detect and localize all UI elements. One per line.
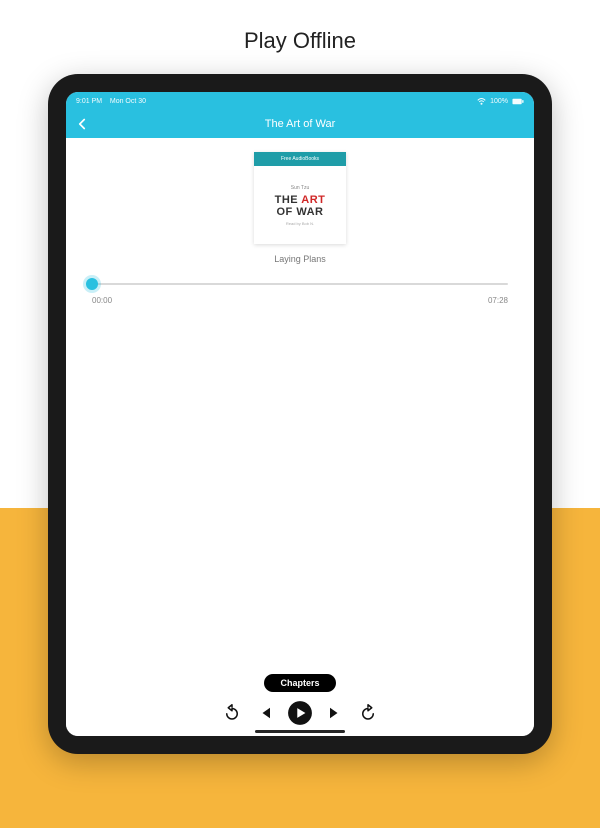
cover-body: Sun Tzu THE ART OF WAR Read by Bob N.	[254, 166, 346, 244]
cover-brand: Free AudioBooks	[254, 152, 346, 166]
cover-title-line2: OF WAR	[277, 206, 324, 218]
forward-15-button[interactable]	[359, 704, 377, 722]
header-title: The Art of War	[265, 118, 336, 130]
cover-title-art: ART	[301, 194, 325, 206]
cover-author: Sun Tzu	[291, 185, 310, 191]
player-controls: Chapters	[223, 674, 377, 726]
cover-title-line1: THE ART	[275, 194, 326, 206]
play-icon	[287, 700, 313, 726]
chevron-left-icon	[77, 118, 87, 130]
cover-title-the: THE	[275, 194, 299, 206]
status-time-text: 9:01 PM	[76, 98, 102, 105]
control-row	[223, 700, 377, 726]
skip-forward-icon	[327, 704, 345, 722]
status-bar: 9:01 PM Mon Oct 30 100%	[66, 92, 534, 110]
seek-line	[92, 283, 508, 285]
cover-art[interactable]: Free AudioBooks Sun Tzu THE ART OF WAR R…	[254, 152, 346, 244]
status-time: 9:01 PM Mon Oct 30	[76, 98, 146, 105]
chapters-button[interactable]: Chapters	[264, 674, 335, 692]
seek-thumb[interactable]	[86, 278, 98, 290]
time-row: 00:00 07:28	[92, 296, 508, 305]
wifi-icon	[477, 98, 486, 105]
tablet-screen: 9:01 PM Mon Oct 30 100% The Art of War	[66, 92, 534, 736]
app-header: The Art of War	[66, 110, 534, 138]
rewind-15-button[interactable]	[223, 704, 241, 722]
time-elapsed: 00:00	[92, 296, 112, 305]
content-area: Free AudioBooks Sun Tzu THE ART OF WAR R…	[66, 138, 534, 736]
tablet-frame: 9:01 PM Mon Oct 30 100% The Art of War	[48, 74, 552, 754]
skip-back-icon	[255, 704, 273, 722]
rewind-icon	[223, 704, 241, 722]
next-track-button[interactable]	[327, 704, 345, 722]
time-duration: 07:28	[488, 296, 508, 305]
play-button[interactable]	[287, 700, 313, 726]
seek-slider[interactable]	[92, 278, 508, 290]
chapter-title: Laying Plans	[274, 254, 326, 264]
forward-icon	[359, 704, 377, 722]
promo-title: Play Offline	[0, 28, 600, 54]
home-indicator[interactable]	[255, 730, 345, 733]
status-battery-text: 100%	[490, 98, 508, 105]
previous-track-button[interactable]	[255, 704, 273, 722]
status-date-text: Mon Oct 30	[110, 98, 146, 105]
back-button[interactable]	[76, 118, 88, 130]
status-right: 100%	[477, 98, 524, 105]
seek-container: 00:00 07:28	[66, 264, 534, 305]
battery-icon	[512, 98, 524, 105]
cover-subtitle: Read by Bob N.	[286, 221, 314, 226]
